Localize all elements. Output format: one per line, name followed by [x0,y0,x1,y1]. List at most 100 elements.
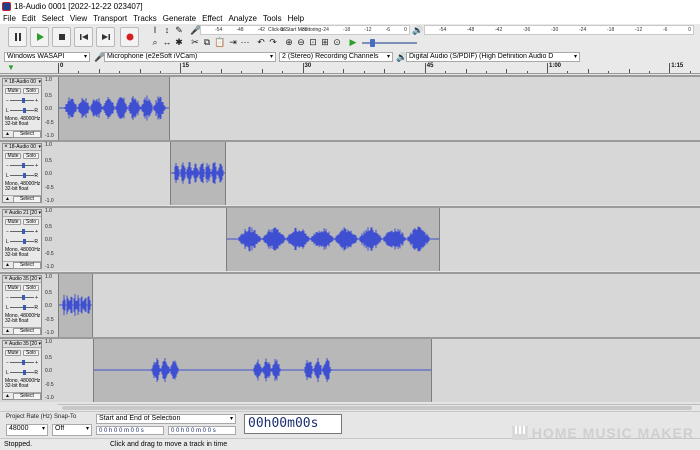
time-shift-tool-icon[interactable]: ↔ [162,37,172,47]
play-at-speed-icon[interactable]: ▶ [348,37,358,47]
track-header[interactable]: × 18-Audio 00 ▾ [3,144,41,151]
gain-slider[interactable]: − + [6,229,38,235]
draw-tool-icon[interactable]: ✎ [174,25,184,35]
gain-slider[interactable]: − + [6,295,38,301]
track-menu-chevron-icon[interactable]: ▾ [38,144,41,150]
horizontal-scrollbar[interactable] [58,404,700,411]
track-header[interactable]: × Audio 21 [20 ▾ [3,210,41,217]
cut-icon[interactable]: ✂ [190,37,200,47]
pan-slider-knob[interactable] [23,108,26,113]
fit-selection-icon[interactable]: ⊡ [308,37,318,47]
menu-file[interactable]: File [0,14,19,23]
collapse-track-icon[interactable]: ▲ [5,262,10,268]
collapse-track-icon[interactable]: ▲ [5,393,10,399]
project-rate-select[interactable]: 48000 ▾ [6,424,48,436]
gain-slider-knob[interactable] [22,163,25,168]
waveform-area[interactable] [58,142,700,205]
track-control-panel[interactable]: × 18-Audio 00 ▾ Mute Solo − + L R Mono, … [2,78,42,138]
pause-button[interactable] [8,27,27,47]
pan-slider[interactable]: L R [6,370,38,376]
mute-button[interactable]: Mute [5,285,21,291]
track-name[interactable]: Audio 35 [20 [9,276,37,282]
gain-slider-knob[interactable] [22,295,25,300]
waveform-area[interactable] [58,274,700,337]
track-header[interactable]: × Audio 35 [20 ▾ [3,276,41,283]
playback-meter[interactable]: -54 -48 -42 -36 -30 -24 -18 -12 -6 0 [424,25,694,35]
audio-host-select[interactable]: Windows WASAPI ▾ [4,52,90,62]
audio-track[interactable]: × Audio 35 [20 ▾ Mute Solo − + L R Mono,… [0,337,700,402]
envelope-tool-icon[interactable]: ↕ [162,25,172,35]
solo-button[interactable]: Solo [23,219,39,225]
zoom-out-icon[interactable]: ⊖ [296,37,306,47]
selection-end-field[interactable]: 0 0 h 0 0 m 0 0 s [168,426,236,435]
play-speed-slider[interactable] [362,39,417,47]
pan-slider[interactable]: L R [6,305,38,311]
track-header[interactable]: × 18-Audio 00 ▾ [3,79,41,86]
select-track-button[interactable]: Select [12,392,41,400]
select-track-button[interactable]: Select [12,327,41,335]
paste-icon[interactable]: 📋 [214,37,225,47]
zoom-in-icon[interactable]: ⊕ [284,37,294,47]
skip-to-end-button[interactable] [96,27,115,47]
waveform-area[interactable] [58,339,700,402]
audio-clip[interactable] [58,274,94,337]
scrollbar-thumb[interactable] [62,406,692,410]
play-speed-knob[interactable] [370,39,375,47]
solo-button[interactable]: Solo [23,153,39,159]
solo-button[interactable]: Solo [23,285,39,291]
pan-slider[interactable]: L R [6,108,38,114]
menu-select[interactable]: Select [39,14,67,23]
pan-slider-knob[interactable] [23,239,26,244]
menu-view[interactable]: View [67,14,90,23]
zoom-toggle-icon[interactable]: ⊙ [332,37,342,47]
audio-position-display[interactable]: 00h00m00s [244,414,342,434]
mute-button[interactable]: Mute [5,219,21,225]
gain-slider[interactable]: − + [6,360,38,366]
play-button[interactable] [30,27,49,47]
trim-icon[interactable]: ⇥ [228,37,238,47]
stop-button[interactable] [52,27,71,47]
mute-button[interactable]: Mute [5,88,21,94]
menu-help[interactable]: Help [285,14,307,23]
audio-track[interactable]: × 18-Audio 00 ▾ Mute Solo − + L R Mono, … [0,75,700,140]
audio-clip[interactable] [170,142,226,205]
snap-to-select[interactable]: Off ▾ [52,424,92,436]
track-control-panel[interactable]: × Audio 35 [20 ▾ Mute Solo − + L R Mono,… [2,275,42,335]
playback-device-select[interactable]: Digital Audio (S/PDIF) (High Definition … [406,52,580,62]
silence-icon[interactable]: ⋯ [240,37,250,47]
pan-slider-knob[interactable] [23,370,26,375]
menu-tracks[interactable]: Tracks [130,14,160,23]
selection-start-field[interactable]: 0 0 h 0 0 m 0 0 s [96,426,164,435]
pan-slider-knob[interactable] [23,305,26,310]
record-button[interactable] [120,27,139,47]
recording-device-select[interactable]: Microphone (e2eSoft iVCam) ▾ [104,52,276,62]
select-track-button[interactable]: Select [12,130,41,138]
vertical-scale[interactable]: 1.0 0.5 0.0 -0.5 -1.0 [45,208,58,271]
menu-edit[interactable]: Edit [19,14,39,23]
gain-slider[interactable]: − + [6,163,38,169]
collapse-track-icon[interactable]: ▲ [5,196,10,202]
track-control-panel[interactable]: × 18-Audio 00 ▾ Mute Solo − + L R Mono, … [2,143,42,203]
menu-analyze[interactable]: Analyze [225,14,259,23]
zoom-tool-icon[interactable]: ⌕ [150,37,160,47]
menu-transport[interactable]: Transport [90,14,130,23]
track-control-panel[interactable]: × Audio 21 [20 ▾ Mute Solo − + L R Mono,… [2,209,42,269]
audio-track[interactable]: × 18-Audio 00 ▾ Mute Solo − + L R Mono, … [0,140,700,205]
select-track-button[interactable]: Select [12,261,41,269]
audio-clip[interactable] [93,339,433,402]
gain-slider[interactable]: − + [6,98,38,104]
copy-icon[interactable]: ⧉ [202,37,212,47]
track-name[interactable]: Audio 35 [20 [9,341,37,347]
mute-button[interactable]: Mute [5,153,21,159]
pan-slider-knob[interactable] [23,173,26,178]
pan-slider[interactable]: L R [6,173,38,179]
recording-channels-select[interactable]: 2 (Stereo) Recording Channels ▾ [279,52,393,62]
vertical-scale[interactable]: 1.0 0.5 0.0 -0.5 -1.0 [45,339,58,402]
track-menu-chevron-icon[interactable]: ▾ [38,79,41,85]
collapse-track-icon[interactable]: ▲ [5,131,10,137]
solo-button[interactable]: Solo [23,350,39,356]
monitor-hint[interactable]: Click to Start Monitoring [268,27,321,33]
track-menu-chevron-icon[interactable]: ▾ [38,210,41,216]
track-name[interactable]: 18-Audio 00 [9,144,36,150]
track-header[interactable]: × Audio 35 [20 ▾ [3,341,41,348]
